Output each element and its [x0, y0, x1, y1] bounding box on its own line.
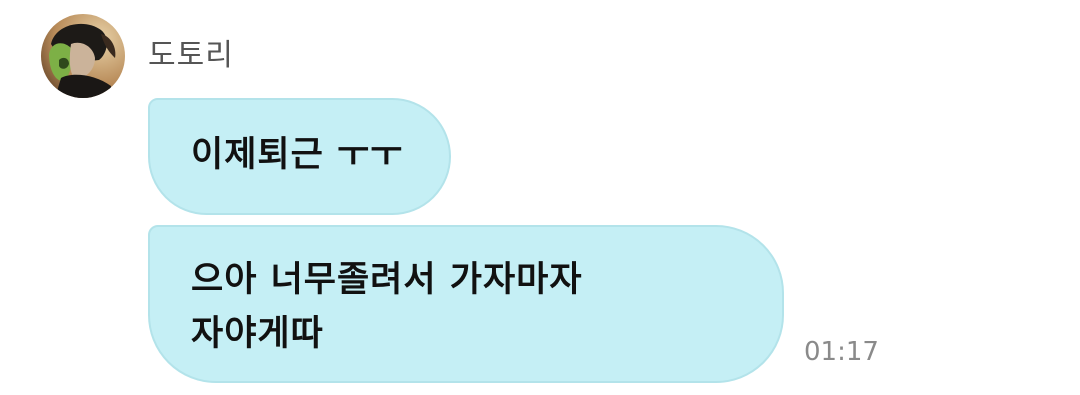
chat-message-group: 도토리 이제퇴근 ㅜㅜ 으아 너무졸려서 가자마자 자야게따 01:17: [0, 0, 1080, 395]
message-text: 자야게따: [191, 314, 324, 354]
message-text: 이제퇴근 ㅜㅜ: [191, 135, 404, 175]
message-bubble[interactable]: 이제퇴근 ㅜㅜ: [148, 98, 451, 215]
message-timestamp: 01:17: [804, 337, 879, 367]
sender-name: 도토리: [148, 38, 234, 73]
avatar-image: [41, 14, 125, 98]
message-bubble[interactable]: 으아 너무졸려서 가자마자 자야게따: [148, 225, 784, 383]
message-text: 으아 너무졸려서 가자마자: [191, 260, 583, 300]
avatar[interactable]: [41, 14, 125, 98]
